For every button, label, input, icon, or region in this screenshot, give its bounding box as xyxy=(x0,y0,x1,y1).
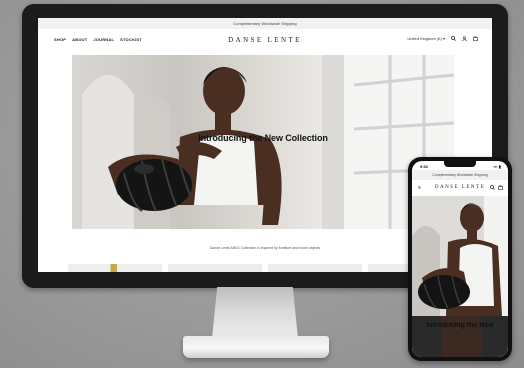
phone-screen: 9:52 ▪▪▪ ▮ Complimentary Worldwide Shipp… xyxy=(412,161,508,357)
phone-header: ≡ DANSE LENTE xyxy=(412,180,508,196)
header-actions: United Kingdom (£) ▾ xyxy=(407,36,478,41)
bag-icon[interactable] xyxy=(498,185,503,190)
product-tile[interactable] xyxy=(168,264,262,272)
monitor-stand-base xyxy=(183,336,329,358)
search-icon[interactable] xyxy=(490,185,495,190)
hero-banner[interactable]: Introducing the New Collection xyxy=(72,55,454,229)
product-tile[interactable] xyxy=(268,264,362,272)
account-icon[interactable] xyxy=(462,36,467,41)
status-time: 9:52 xyxy=(420,164,429,169)
phone-notch xyxy=(444,161,476,167)
product-tile[interactable] xyxy=(68,264,162,272)
search-icon[interactable] xyxy=(451,36,456,41)
phone-announcement-bar: Complimentary Worldwide Shipping xyxy=(412,170,508,180)
phone-hero-title: Introducing the New xyxy=(426,322,494,329)
hero-title: Introducing the New Collection xyxy=(198,133,328,143)
phone-device: 9:52 ▪▪▪ ▮ Complimentary Worldwide Shipp… xyxy=(408,157,512,361)
phone-header-actions xyxy=(490,185,503,190)
announcement-bar: Complimentary Worldwide Shipping xyxy=(38,18,492,29)
signal-battery-icon: ▪▪▪ ▮ xyxy=(493,164,501,169)
monitor-stand-neck xyxy=(212,287,298,339)
product-strip xyxy=(68,264,462,272)
site-header: SHOP ABOUT JOURNAL STOCKIST DANSE LENTE … xyxy=(38,29,492,53)
phone-hero-banner[interactable]: Introducing the New xyxy=(412,196,508,357)
language-selector[interactable]: United Kingdom (£) ▾ xyxy=(407,36,445,41)
phone-hero-photo xyxy=(412,196,508,357)
bag-icon[interactable] xyxy=(473,36,478,41)
